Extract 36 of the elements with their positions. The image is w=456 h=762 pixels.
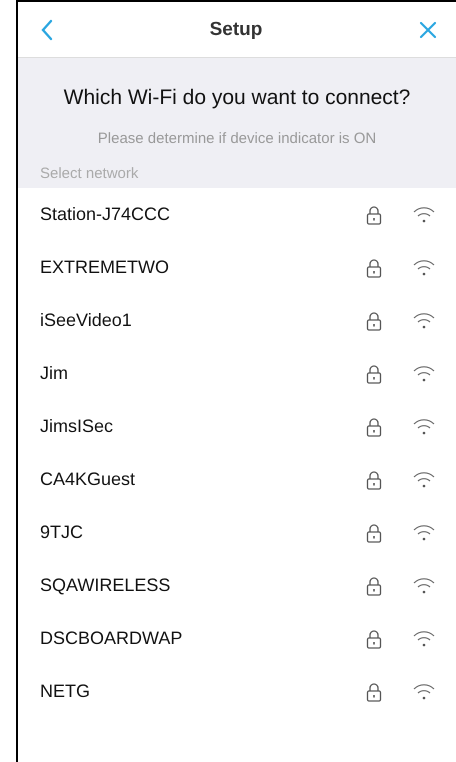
- wifi-icon: [412, 630, 436, 648]
- lock-icon: [366, 628, 382, 648]
- wifi-icon: [412, 206, 436, 224]
- close-icon[interactable]: [418, 20, 438, 40]
- network-item[interactable]: 9TJC: [18, 506, 456, 559]
- heading: Which Wi-Fi do you want to connect?: [62, 86, 412, 110]
- network-item[interactable]: EXTREMETWO: [18, 241, 456, 294]
- wifi-icon: [412, 312, 436, 330]
- network-item[interactable]: Jim: [18, 347, 456, 400]
- hint-text: Please determine if device indicator is ON: [96, 130, 378, 147]
- lock-icon: [366, 682, 382, 702]
- lock-icon: [366, 364, 382, 384]
- network-item[interactable]: iSeeVideo1: [18, 294, 456, 347]
- network-item[interactable]: JimsISec: [18, 400, 456, 453]
- wifi-icon: [412, 418, 436, 436]
- network-item[interactable]: CA4KGuest: [18, 453, 456, 506]
- network-item[interactable]: SQAWIRELESS: [18, 559, 456, 612]
- lock-icon: [366, 470, 382, 490]
- lock-icon: [366, 522, 382, 542]
- wifi-icon: [412, 524, 436, 542]
- wifi-icon: [412, 364, 436, 382]
- network-item[interactable]: NETG: [18, 665, 456, 718]
- lock-icon: [366, 416, 382, 436]
- wifi-icon: [412, 576, 436, 594]
- network-item[interactable]: Station-J74CCC: [18, 188, 456, 241]
- wifi-icon: [412, 470, 436, 488]
- lock-icon: [366, 204, 382, 224]
- wifi-icon: [412, 682, 436, 700]
- section-label: Select network: [40, 165, 140, 182]
- back-icon[interactable]: [40, 18, 54, 40]
- wifi-icon: [412, 258, 436, 276]
- screen-title: Setup: [210, 18, 262, 40]
- lock-icon: [366, 258, 382, 278]
- network-item[interactable]: DSCBOARDWAP: [18, 612, 456, 665]
- lock-icon: [366, 576, 382, 596]
- lock-icon: [366, 310, 382, 330]
